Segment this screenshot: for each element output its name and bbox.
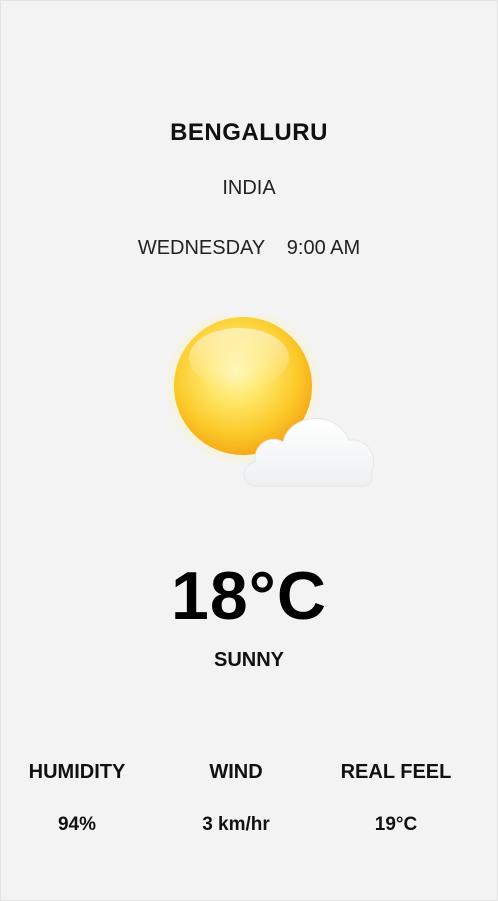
wind-label: WIND <box>209 761 263 783</box>
weather-condition: SUNNY <box>213 649 284 671</box>
stat-real-feel: REAL FEEL 19°C <box>316 761 476 836</box>
sun-behind-cloud-icon <box>163 306 381 496</box>
time-label: 9:00 AM <box>286 237 361 259</box>
city-name: BENGALURU <box>170 119 328 146</box>
stat-humidity: HUMIDITY 94% <box>0 761 157 836</box>
humidity-value: 94% <box>57 814 97 835</box>
date-time: WEDNESDAY 9:00 AM <box>1 237 497 260</box>
weather-stats: HUMIDITY 94% WIND 3 km/hr REAL FEEL 19°C <box>1 761 498 851</box>
stat-wind: WIND 3 km/hr <box>156 761 316 836</box>
humidity-label: HUMIDITY <box>28 761 126 783</box>
weather-screen: BENGALURU INDIA WEDNESDAY 9:00 AM 18°C S… <box>0 0 498 901</box>
day-label: WEDNESDAY <box>137 237 266 259</box>
real-feel-label: REAL FEEL <box>340 761 452 783</box>
country-name: INDIA <box>222 177 276 199</box>
temperature: 18°C <box>171 558 327 634</box>
real-feel-value: 19°C <box>374 814 418 835</box>
wind-value: 3 km/hr <box>202 814 270 835</box>
